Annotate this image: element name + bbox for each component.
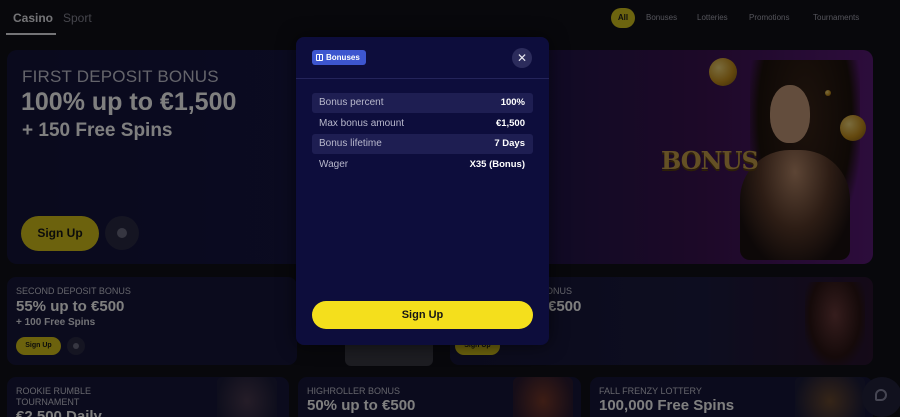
modal-sign-up-button[interactable]: Sign Up (312, 301, 533, 329)
detail-row: Wager X35 (Bonus) (312, 155, 533, 175)
detail-value: €1,500 (495, 117, 525, 129)
promotions-page: Casino Sport All Bonuses Lotteries Promo… (0, 0, 900, 417)
badge-label: Bonuses (326, 53, 360, 62)
detail-value: 100% (500, 97, 525, 108)
bonuses-badge: Bonuses (312, 50, 366, 65)
detail-key: Bonus lifetime (319, 138, 382, 149)
detail-row: Max bonus amount €1,500 (312, 114, 533, 134)
detail-row: Bonus lifetime 7 Days (312, 134, 533, 154)
modal-header: Bonuses ✕ (296, 37, 549, 79)
detail-key: Wager (319, 158, 349, 170)
detail-row: Bonus percent 100% (312, 93, 533, 113)
detail-key: Bonus percent (319, 97, 384, 108)
close-icon: ✕ (516, 51, 528, 65)
bonus-details-table: Bonus percent 100% Max bonus amount €1,5… (312, 93, 533, 175)
detail-key: Max bonus amount (319, 117, 405, 129)
close-button[interactable]: ✕ (512, 48, 532, 68)
bonus-details-modal: Bonuses ✕ Bonus percent 100% Max bonus a… (296, 37, 549, 345)
detail-value: 7 Days (494, 138, 525, 149)
gift-icon (316, 54, 323, 61)
detail-value: X35 (Bonus) (469, 158, 525, 170)
